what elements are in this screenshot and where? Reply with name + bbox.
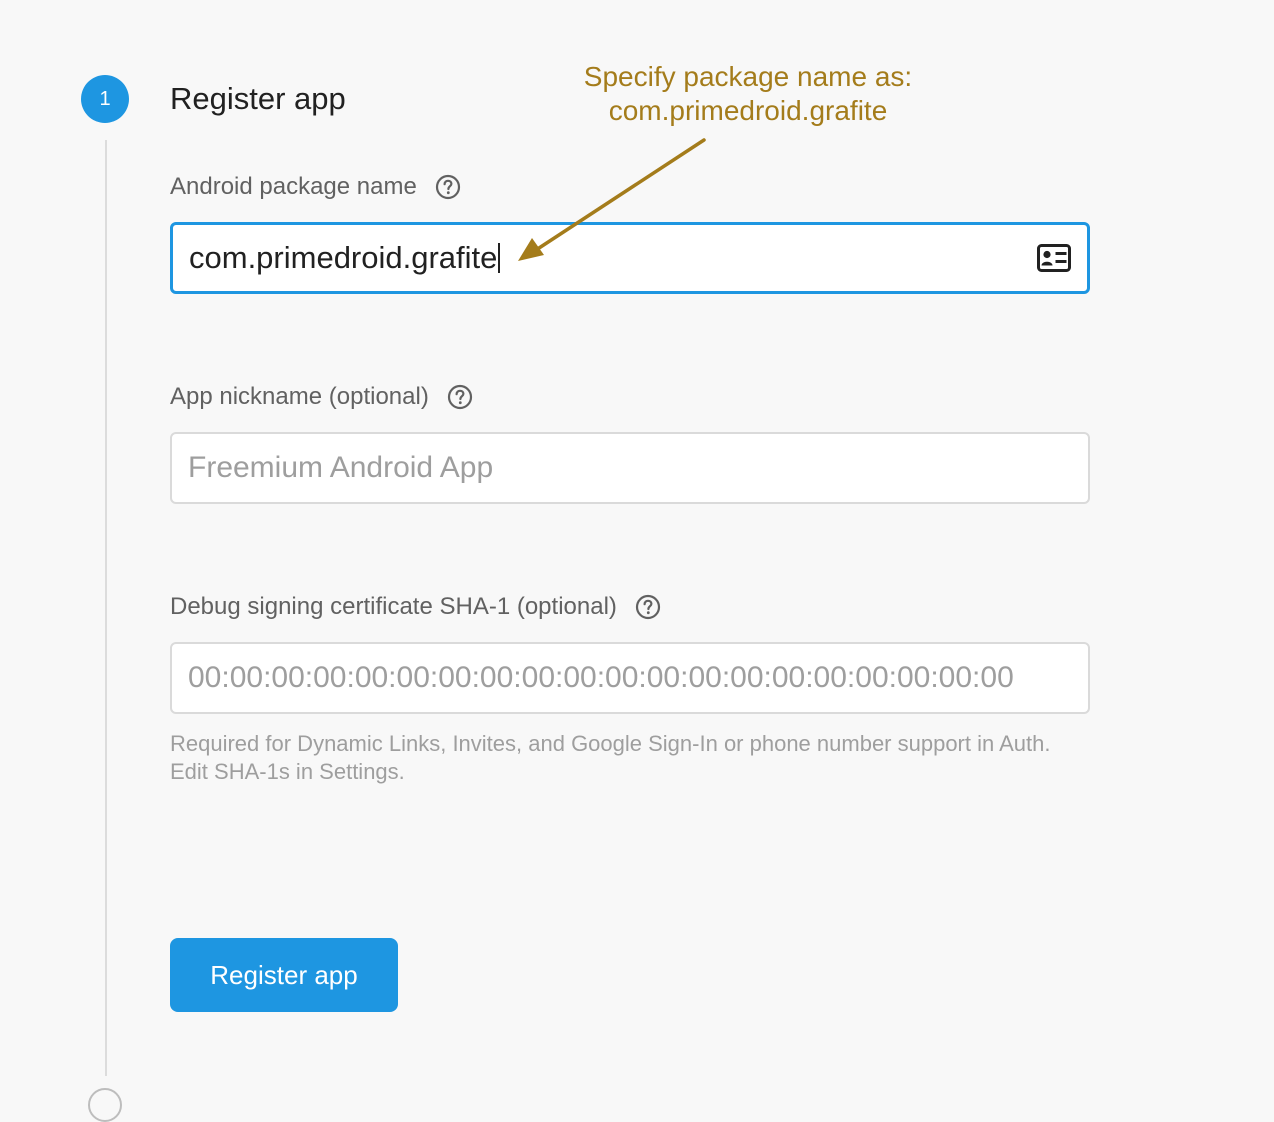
- package-name-input[interactable]: com.primedroid.grafite: [170, 222, 1090, 294]
- nickname-input[interactable]: [188, 451, 1072, 485]
- sha-hint-text: Required for Dynamic Links, Invites, and…: [170, 731, 1051, 784]
- nickname-help-icon[interactable]: [447, 384, 473, 410]
- package-name-label: Android package name: [170, 173, 417, 200]
- package-name-label-row: Android package name: [170, 172, 461, 202]
- annotation-line-2: com.primedroid.grafite: [608, 95, 888, 126]
- nickname-label-row: App nickname (optional): [170, 382, 473, 412]
- nickname-field[interactable]: [170, 432, 1090, 504]
- step-title: Register app: [170, 81, 346, 116]
- next-step-badge: [88, 1088, 122, 1122]
- annotation-arrow-icon: [518, 138, 706, 261]
- package-name-value: com.primedroid.grafite: [189, 240, 498, 275]
- nickname-label: App nickname (optional): [170, 383, 429, 410]
- step-number-badge: 1: [81, 75, 129, 123]
- text-caret: [498, 243, 501, 273]
- package-name-help-icon[interactable]: [435, 174, 461, 200]
- annotation-callout: Specify package name as: com.primedroid.…: [560, 60, 936, 128]
- sha-label: Debug signing certificate SHA-1 (optiona…: [170, 593, 617, 620]
- sha-label-row: Debug signing certificate SHA-1 (optiona…: [170, 592, 661, 622]
- register-app-button[interactable]: Register app: [170, 938, 398, 1012]
- annotation-line-1: Specify package name as:: [583, 61, 913, 92]
- sha-field[interactable]: [170, 642, 1090, 714]
- sha-input[interactable]: [188, 661, 1072, 695]
- step-number: 1: [99, 87, 111, 110]
- sha-help-icon[interactable]: [635, 594, 661, 620]
- stepper-line: [105, 140, 107, 1076]
- contact-card-icon[interactable]: [1037, 244, 1071, 272]
